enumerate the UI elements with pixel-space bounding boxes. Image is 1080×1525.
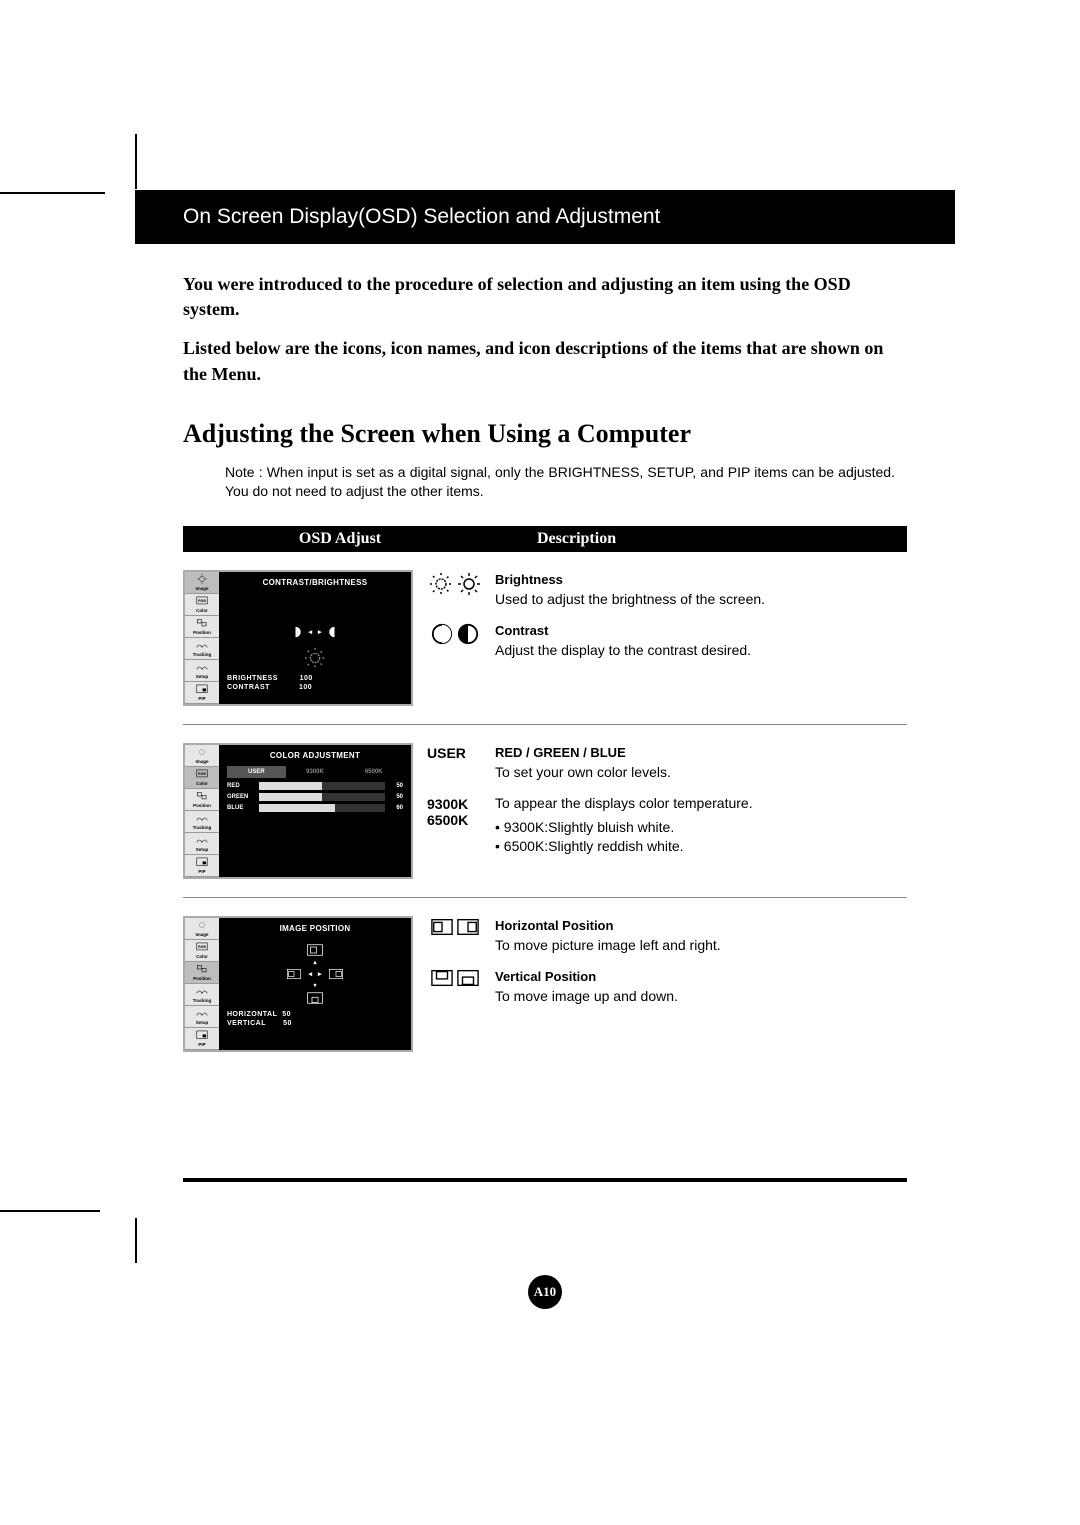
contrast-title: Contrast [495,623,548,638]
osd-tab-setup: Setup [185,1006,219,1028]
svg-text:RGB: RGB [198,773,206,777]
brightness-body: Used to adjust the brightness of the scr… [495,591,765,607]
brightness-icon [427,570,483,609]
osd-tab-color: RGB Color [185,594,219,616]
temp-body: To appear the displays color temperature… [495,795,753,811]
note-text: Note : When input is set as a digital si… [135,449,955,502]
page-number: A10 [528,1275,562,1309]
section-heading: Adjusting the Screen when Using a Comput… [135,401,955,449]
hpos-title: Horizontal Position [495,918,613,933]
osd-panel-contrast-brightness: Image RGB Color Position Tracking Setup [183,570,413,706]
svg-text:RGB: RGB [198,600,206,604]
column-headers: OSD Adjust Description [183,526,907,552]
page-header: On Screen Display(OSD) Selection and Adj… [135,190,955,244]
page-header-title: On Screen Display(OSD) Selection and Adj… [183,205,660,229]
osd-panel-title: COLOR ADJUSTMENT [227,751,403,760]
osd-tab-tracking: Tracking [185,811,219,833]
column-description: Description [497,530,907,548]
vertical-position-icon [427,967,483,1006]
osd-tab-setup: Setup [185,833,219,855]
osd-panel-title: CONTRAST/BRIGHTNESS [227,578,403,587]
osd-tab-tracking: Tracking [185,638,219,660]
osd-panel-image-position: Image RGB Color Position Tracking Setup [183,916,413,1052]
osd-tab-pip: PIP [185,1028,219,1050]
osd-tab-color: RGB Color [185,767,219,789]
osd-tab-position: Position [185,616,219,638]
osd-tab-tracking: Tracking [185,984,219,1006]
intro-paragraph-2: Listed below are the icons, icon names, … [183,336,895,386]
osd-tab-pip: PIP [185,682,219,704]
vpos-title: Vertical Position [495,969,596,984]
osd-readout: BRIGHTNESS 100 CONTRAST 100 [227,675,403,691]
vpos-body: To move image up and down. [495,988,678,1004]
row-image-position: Image RGB Color Position Tracking Setup [183,916,907,1052]
bottom-rule [183,1178,907,1182]
hpos-body: To move picture image left and right. [495,937,721,953]
osd-tab-position: Position [185,962,219,984]
contrast-icon [427,621,483,660]
user-label: USER [427,743,483,782]
osd-panel-color-adjustment: Image RGB Color Position Tracking Setup [183,743,413,879]
rgb-title: RED / GREEN / BLUE [495,745,626,760]
osd-tab-setup: Setup [185,660,219,682]
svg-text:RGB: RGB [198,946,206,950]
bullet-6500k: 6500K:Slightly reddish white. [495,837,907,857]
bullet-9300k: 9300K:Slightly bluish white. [495,818,907,838]
row-color-adjustment: Image RGB Color Position Tracking Setup [183,743,907,879]
osd-tab-pip: PIP [185,855,219,877]
osd-tab-image: Image [185,745,219,767]
contrast-body: Adjust the display to the contrast desir… [495,642,751,658]
osd-color-tabs: USER 9300K 6500K [227,766,403,778]
osd-tab-image: Image [185,572,219,594]
row-brightness-contrast: Image RGB Color Position Tracking Setup [183,570,907,706]
osd-tab-color: RGB Color [185,940,219,962]
temp-labels: 9300K 6500K [427,794,483,857]
osd-panel-title: IMAGE POSITION [227,924,403,933]
intro-paragraph-1: You were introduced to the procedure of … [183,272,895,322]
brightness-title: Brightness [495,572,563,587]
osd-tab-image: Image [185,918,219,940]
rgb-body: To set your own color levels. [495,764,671,780]
osd-tab-position: Position [185,789,219,811]
intro-text: You were introduced to the procedure of … [135,244,955,387]
horizontal-position-icon [427,916,483,955]
column-osd-adjust: OSD Adjust [183,530,497,548]
